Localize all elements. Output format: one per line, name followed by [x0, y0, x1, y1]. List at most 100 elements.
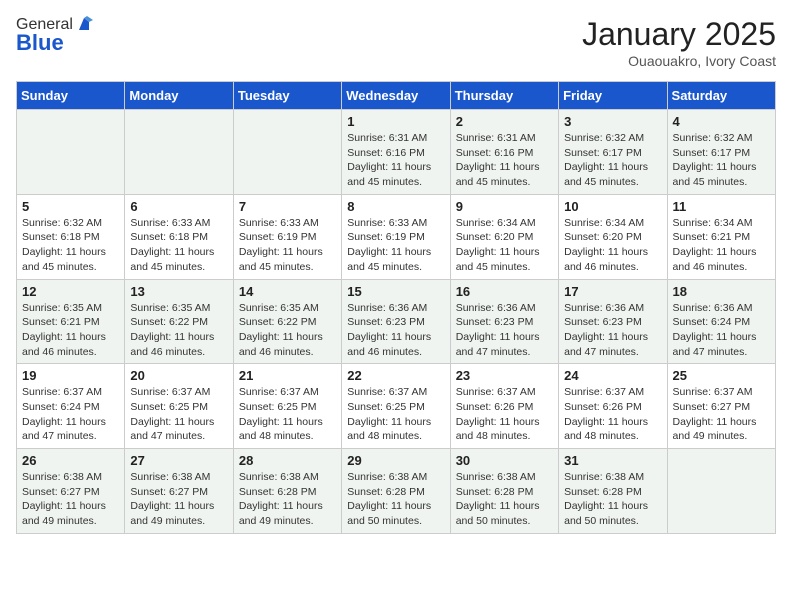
day-detail: Sunrise: 6:37 AM Sunset: 6:25 PM Dayligh…	[130, 385, 227, 444]
calendar-cell	[233, 110, 341, 195]
day-number: 25	[673, 368, 770, 383]
day-number: 19	[22, 368, 119, 383]
day-number: 31	[564, 453, 661, 468]
calendar-week-3: 19 Sunrise: 6:37 AM Sunset: 6:24 PM Dayli…	[17, 364, 776, 449]
day-detail: Sunrise: 6:31 AM Sunset: 6:16 PM Dayligh…	[347, 131, 444, 190]
day-header-thursday: Thursday	[450, 82, 558, 110]
day-detail: Sunrise: 6:37 AM Sunset: 6:26 PM Dayligh…	[456, 385, 553, 444]
day-detail: Sunrise: 6:38 AM Sunset: 6:28 PM Dayligh…	[564, 470, 661, 529]
day-number: 20	[130, 368, 227, 383]
day-number: 23	[456, 368, 553, 383]
day-number: 2	[456, 114, 553, 129]
calendar-cell: 9Sunrise: 6:34 AM Sunset: 6:20 PM Daylig…	[450, 194, 558, 279]
calendar-cell: 23 Sunrise: 6:37 AM Sunset: 6:26 PM Dayli…	[450, 364, 558, 449]
calendar-cell: 3 Sunrise: 6:32 AM Sunset: 6:17 PM Daylig…	[559, 110, 667, 195]
calendar-cell: 27Sunrise: 6:38 AM Sunset: 6:27 PM Dayli…	[125, 449, 233, 534]
calendar-week-4: 26Sunrise: 6:38 AM Sunset: 6:27 PM Dayli…	[17, 449, 776, 534]
calendar-cell: 21 Sunrise: 6:37 AM Sunset: 6:25 PM Dayli…	[233, 364, 341, 449]
calendar-week-1: 5 Sunrise: 6:32 AM Sunset: 6:18 PM Daylig…	[17, 194, 776, 279]
day-number: 27	[130, 453, 227, 468]
day-header-wednesday: Wednesday	[342, 82, 450, 110]
calendar-cell: 16 Sunrise: 6:36 AM Sunset: 6:23 PM Dayli…	[450, 279, 558, 364]
day-header-tuesday: Tuesday	[233, 82, 341, 110]
day-detail: Sunrise: 6:32 AM Sunset: 6:18 PM Dayligh…	[22, 216, 119, 275]
day-detail: Sunrise: 6:32 AM Sunset: 6:17 PM Dayligh…	[673, 131, 770, 190]
day-number: 1	[347, 114, 444, 129]
day-number: 10	[564, 199, 661, 214]
calendar-cell: 19 Sunrise: 6:37 AM Sunset: 6:24 PM Dayli…	[17, 364, 125, 449]
day-detail: Sunrise: 6:33 AM Sunset: 6:18 PM Dayligh…	[130, 216, 227, 275]
day-detail: Sunrise: 6:38 AM Sunset: 6:28 PM Dayligh…	[456, 470, 553, 529]
calendar-cell: 26Sunrise: 6:38 AM Sunset: 6:27 PM Dayli…	[17, 449, 125, 534]
day-number: 16	[456, 284, 553, 299]
day-number: 15	[347, 284, 444, 299]
day-detail: Sunrise: 6:32 AM Sunset: 6:17 PM Dayligh…	[564, 131, 661, 190]
title-block: January 2025 Ouaouakro, Ivory Coast	[582, 16, 776, 69]
day-number: 11	[673, 199, 770, 214]
day-number: 21	[239, 368, 336, 383]
calendar-cell: 15Sunrise: 6:36 AM Sunset: 6:23 PM Dayli…	[342, 279, 450, 364]
day-detail: Sunrise: 6:35 AM Sunset: 6:22 PM Dayligh…	[130, 301, 227, 360]
day-number: 13	[130, 284, 227, 299]
day-detail: Sunrise: 6:35 AM Sunset: 6:21 PM Dayligh…	[22, 301, 119, 360]
calendar-cell: 11 Sunrise: 6:34 AM Sunset: 6:21 PM Dayli…	[667, 194, 775, 279]
calendar-cell: 18 Sunrise: 6:36 AM Sunset: 6:24 PM Dayli…	[667, 279, 775, 364]
calendar-cell: 8Sunrise: 6:33 AM Sunset: 6:19 PM Daylig…	[342, 194, 450, 279]
calendar-cell: 1 Sunrise: 6:31 AM Sunset: 6:16 PM Daylig…	[342, 110, 450, 195]
calendar-cell	[125, 110, 233, 195]
day-header-saturday: Saturday	[667, 82, 775, 110]
calendar-cell	[667, 449, 775, 534]
calendar-cell: 22 Sunrise: 6:37 AM Sunset: 6:25 PM Dayli…	[342, 364, 450, 449]
calendar-cell: 29 Sunrise: 6:38 AM Sunset: 6:28 PM Dayli…	[342, 449, 450, 534]
day-number: 30	[456, 453, 553, 468]
day-number: 17	[564, 284, 661, 299]
calendar-week-0: 1 Sunrise: 6:31 AM Sunset: 6:16 PM Daylig…	[17, 110, 776, 195]
calendar-cell: 4 Sunrise: 6:32 AM Sunset: 6:17 PM Daylig…	[667, 110, 775, 195]
day-detail: Sunrise: 6:33 AM Sunset: 6:19 PM Dayligh…	[239, 216, 336, 275]
day-header-monday: Monday	[125, 82, 233, 110]
day-detail: Sunrise: 6:34 AM Sunset: 6:21 PM Dayligh…	[673, 216, 770, 275]
calendar-cell: 17Sunrise: 6:36 AM Sunset: 6:23 PM Dayli…	[559, 279, 667, 364]
calendar-cell: 30 Sunrise: 6:38 AM Sunset: 6:28 PM Dayli…	[450, 449, 558, 534]
calendar-cell: 7Sunrise: 6:33 AM Sunset: 6:19 PM Daylig…	[233, 194, 341, 279]
day-number: 3	[564, 114, 661, 129]
day-detail: Sunrise: 6:36 AM Sunset: 6:23 PM Dayligh…	[456, 301, 553, 360]
day-number: 28	[239, 453, 336, 468]
calendar-cell: 20 Sunrise: 6:37 AM Sunset: 6:25 PM Dayli…	[125, 364, 233, 449]
calendar-cell: 2 Sunrise: 6:31 AM Sunset: 6:16 PM Daylig…	[450, 110, 558, 195]
logo-icon	[75, 16, 93, 34]
day-detail: Sunrise: 6:31 AM Sunset: 6:16 PM Dayligh…	[456, 131, 553, 190]
day-number: 18	[673, 284, 770, 299]
day-number: 6	[130, 199, 227, 214]
day-detail: Sunrise: 6:34 AM Sunset: 6:20 PM Dayligh…	[564, 216, 661, 275]
day-detail: Sunrise: 6:36 AM Sunset: 6:24 PM Dayligh…	[673, 301, 770, 360]
day-number: 5	[22, 199, 119, 214]
day-detail: Sunrise: 6:35 AM Sunset: 6:22 PM Dayligh…	[239, 301, 336, 360]
calendar-cell: 10 Sunrise: 6:34 AM Sunset: 6:20 PM Dayli…	[559, 194, 667, 279]
day-number: 12	[22, 284, 119, 299]
calendar-week-2: 12 Sunrise: 6:35 AM Sunset: 6:21 PM Dayli…	[17, 279, 776, 364]
day-detail: Sunrise: 6:37 AM Sunset: 6:25 PM Dayligh…	[239, 385, 336, 444]
day-detail: Sunrise: 6:38 AM Sunset: 6:28 PM Dayligh…	[347, 470, 444, 529]
logo: General Blue	[16, 16, 93, 56]
calendar-cell: 5 Sunrise: 6:32 AM Sunset: 6:18 PM Daylig…	[17, 194, 125, 279]
day-number: 26	[22, 453, 119, 468]
calendar-cell: 31 Sunrise: 6:38 AM Sunset: 6:28 PM Dayli…	[559, 449, 667, 534]
day-number: 14	[239, 284, 336, 299]
day-number: 4	[673, 114, 770, 129]
day-detail: Sunrise: 6:34 AM Sunset: 6:20 PM Dayligh…	[456, 216, 553, 275]
day-number: 22	[347, 368, 444, 383]
day-detail: Sunrise: 6:37 AM Sunset: 6:24 PM Dayligh…	[22, 385, 119, 444]
day-number: 29	[347, 453, 444, 468]
day-detail: Sunrise: 6:38 AM Sunset: 6:28 PM Dayligh…	[239, 470, 336, 529]
calendar-cell: 13 Sunrise: 6:35 AM Sunset: 6:22 PM Dayli…	[125, 279, 233, 364]
location-subtitle: Ouaouakro, Ivory Coast	[582, 53, 776, 69]
month-title: January 2025	[582, 16, 776, 53]
calendar-cell: 14 Sunrise: 6:35 AM Sunset: 6:22 PM Dayli…	[233, 279, 341, 364]
logo-blue-text: Blue	[16, 30, 64, 56]
day-number: 24	[564, 368, 661, 383]
day-header-sunday: Sunday	[17, 82, 125, 110]
day-detail: Sunrise: 6:37 AM Sunset: 6:25 PM Dayligh…	[347, 385, 444, 444]
calendar-cell: 25Sunrise: 6:37 AM Sunset: 6:27 PM Dayli…	[667, 364, 775, 449]
calendar-cell: 24Sunrise: 6:37 AM Sunset: 6:26 PM Dayli…	[559, 364, 667, 449]
